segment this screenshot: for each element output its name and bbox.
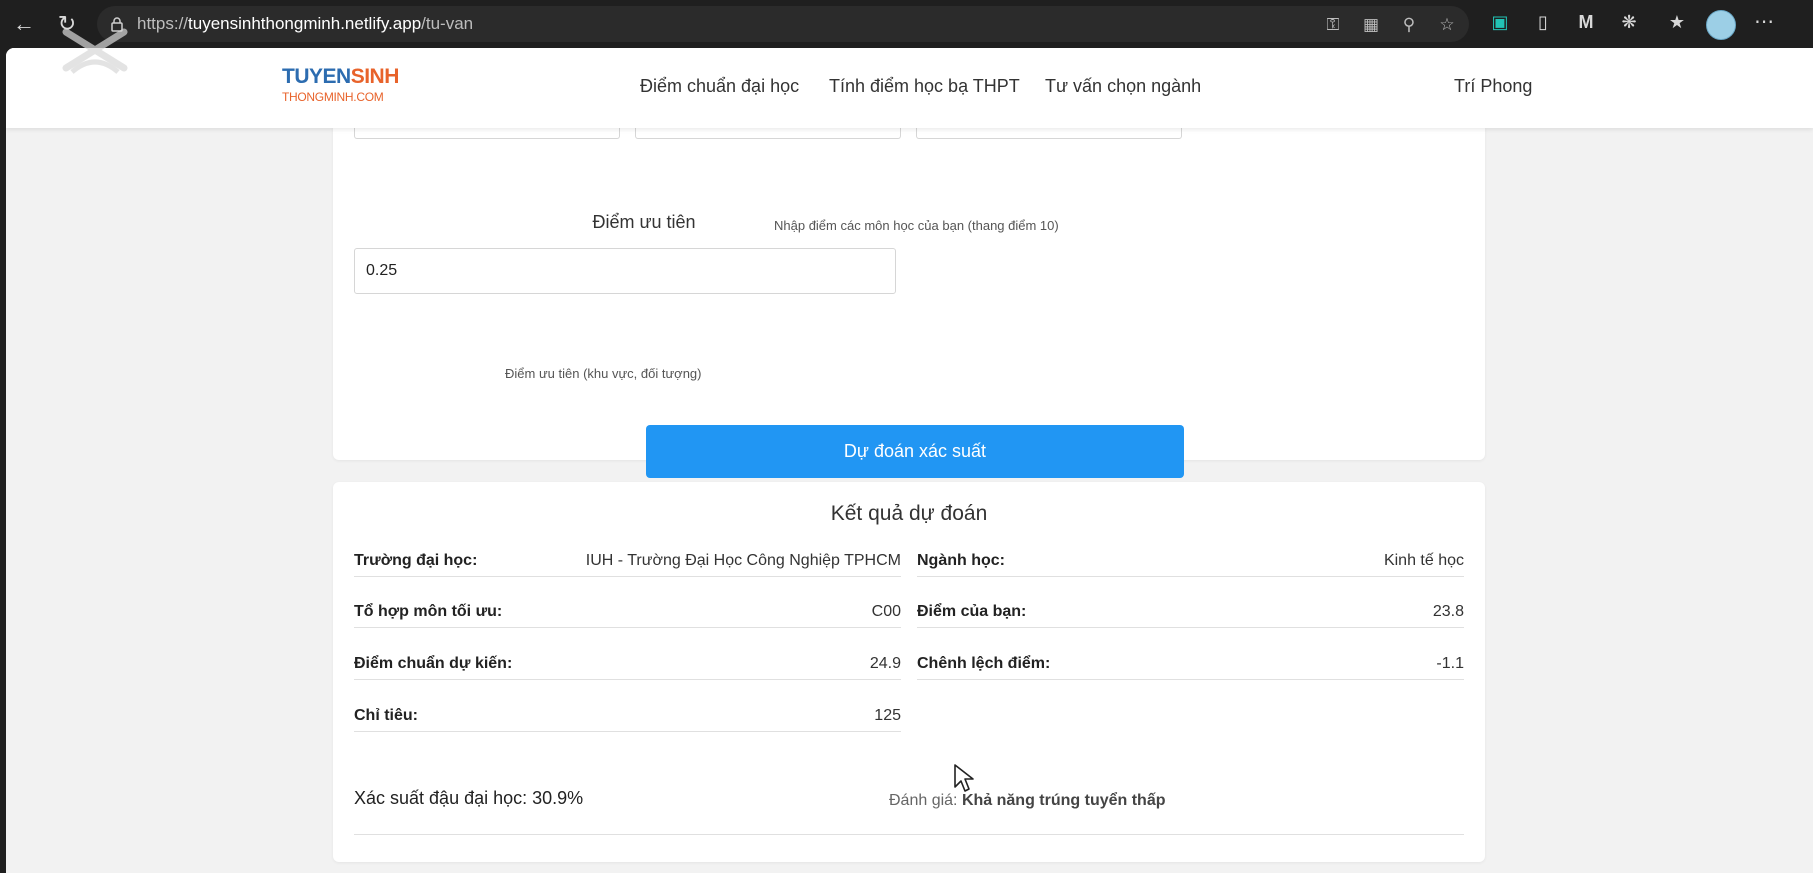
- result-card: Kết quả dự đoán Trường đại học: IUH - Tr…: [333, 482, 1485, 862]
- evaluation: Đánh giá: Khả năng trúng tuyển thấp: [889, 792, 1166, 810]
- result-title: Kết quả dự đoán: [830, 502, 988, 525]
- priority-input[interactable]: 0.25: [354, 248, 896, 294]
- favorites-icon[interactable]: ★: [1665, 10, 1689, 34]
- result-value: C00: [871, 603, 901, 620]
- star-icon[interactable]: ☆: [1437, 15, 1457, 35]
- user-name[interactable]: Trí Phong: [1454, 76, 1532, 97]
- priority-helper-text: Điểm ưu tiên (khu vực, đối tượng): [505, 366, 702, 381]
- evaluation-label: Đánh giá:: [889, 792, 958, 809]
- more-icon[interactable]: ⋯: [1752, 10, 1776, 34]
- avatar[interactable]: [1706, 10, 1736, 40]
- result-value: -1.1: [1436, 655, 1464, 672]
- divider: [354, 834, 1464, 835]
- phone-icon[interactable]: ▯: [1531, 10, 1555, 34]
- result-label: Chỉ tiêu:: [354, 707, 418, 724]
- admission-probability: Xác suất đậu đại học: 30.9%: [354, 788, 584, 808]
- malwarebytes-icon[interactable]: M: [1574, 10, 1598, 34]
- predict-button[interactable]: Dự đoán xác suất: [646, 425, 1184, 478]
- result-row-score-difference: Chênh lệch điểm: -1.1: [917, 647, 1464, 680]
- watermark-logo-icon: [62, 28, 128, 74]
- evaluation-value: Khả năng trúng tuyển thấp: [961, 792, 1166, 809]
- prediction-form-card: Nhập điểm các môn học của bạn (thang điể…: [333, 88, 1485, 478]
- result-value: 24.9: [869, 655, 901, 672]
- mouse-cursor-icon: [954, 764, 974, 792]
- result-value: IUH - Trường Đại Học Công Nghiệp TPHCM: [585, 552, 901, 569]
- apps-icon[interactable]: ▦: [1361, 15, 1381, 35]
- scores-helper-text: Nhập điểm các môn học của bạn (thang điể…: [774, 218, 1059, 233]
- page-viewport: TUYENSINH THONGMINH.COM Điểm chuẩn đại h…: [6, 48, 1813, 873]
- browser-toolbar: ← ↻ https://tuyensinhthongminh.netlify.a…: [0, 0, 1813, 48]
- result-row-your-score: Điểm của bạn: 23.8: [917, 595, 1464, 628]
- site-header: TUYENSINH THONGMINH.COM Điểm chuẩn đại h…: [6, 48, 1813, 128]
- result-label: Điểm chuẩn dự kiến:: [354, 655, 513, 672]
- url-text: https://tuyensinhthongminh.netlify.app/t…: [137, 14, 474, 33]
- extension-1-icon[interactable]: ▣: [1488, 10, 1512, 34]
- key-icon[interactable]: ⚿: [1323, 15, 1343, 35]
- result-label: Tổ hợp môn tối ưu:: [354, 603, 503, 620]
- nav-tinh-diem-hoc-ba[interactable]: Tính điểm học bạ THPT: [829, 76, 1020, 97]
- result-label: Chênh lệch điểm:: [917, 655, 1051, 672]
- result-row-major: Ngành học: Kinh tế học: [917, 544, 1464, 577]
- result-value: 23.8: [1432, 603, 1464, 620]
- result-row-subject-combo: Tổ hợp môn tối ưu: C00: [354, 595, 901, 628]
- puzzle-icon[interactable]: ❋: [1617, 10, 1641, 34]
- result-value: Kinh tế học: [1383, 552, 1464, 569]
- nav-diem-chuan[interactable]: Điểm chuẩn đại học: [640, 76, 799, 97]
- priority-label: Điểm ưu tiên: [592, 212, 696, 232]
- result-label: Trường đại học:: [354, 552, 478, 569]
- nav-tu-van[interactable]: Tư vấn chọn ngành: [1045, 76, 1201, 97]
- result-row-expected-cutoff: Điểm chuẩn dự kiến: 24.9: [354, 647, 901, 680]
- back-icon[interactable]: ←: [8, 8, 40, 40]
- zoom-icon[interactable]: ⚲: [1399, 15, 1419, 35]
- result-value: 125: [874, 707, 901, 724]
- result-row-quota: Chỉ tiêu: 125: [354, 699, 901, 732]
- site-logo[interactable]: TUYENSINH THONGMINH.COM: [282, 66, 399, 105]
- address-bar[interactable]: https://tuyensinhthongminh.netlify.app/t…: [97, 6, 1469, 42]
- result-row-university: Trường đại học: IUH - Trường Đại Học Côn…: [354, 544, 901, 577]
- result-label: Điểm của bạn:: [917, 603, 1027, 620]
- result-label: Ngành học:: [917, 552, 1005, 569]
